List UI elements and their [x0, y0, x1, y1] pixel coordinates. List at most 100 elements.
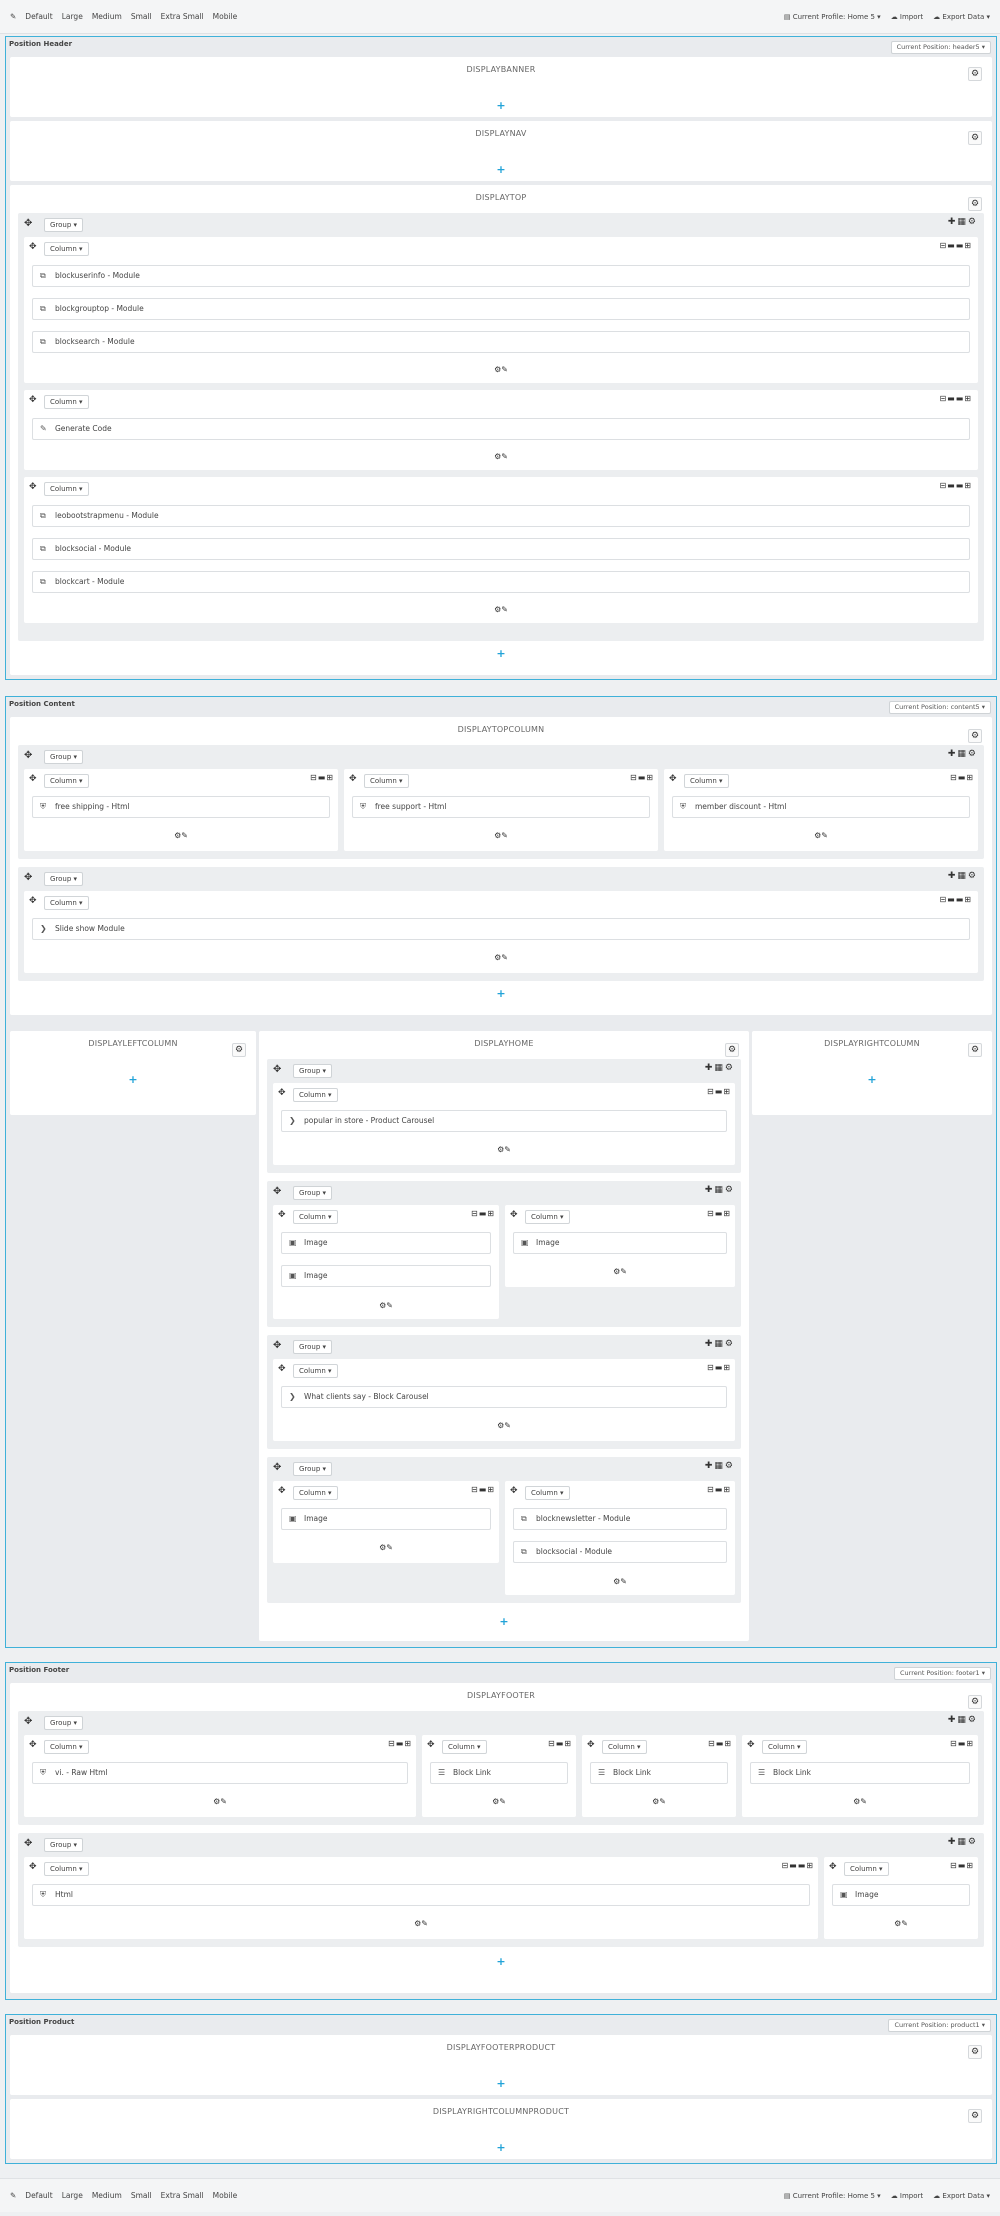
group-tools[interactable]: ✚▦⚙ — [948, 749, 978, 759]
pencil-icon[interactable]: ✎ — [10, 12, 16, 21]
column-dropdown[interactable]: Column ▾ — [442, 1740, 487, 1754]
column-dropdown[interactable]: Column ▾ — [602, 1740, 647, 1754]
device-extra-small[interactable]: Extra Small — [161, 2191, 204, 2200]
column-settings[interactable]: ⚙✎ — [505, 1577, 735, 1586]
column-settings[interactable]: ⚙✎ — [742, 1797, 978, 1806]
profile-dropdown[interactable]: ▤ Current Profile: Home 5 ▾ — [784, 2192, 881, 2200]
group-tools[interactable]: ✚▦⚙ — [705, 1185, 735, 1195]
column-dropdown[interactable]: Column ▾ — [364, 774, 409, 788]
column-dropdown[interactable]: Column ▾ — [525, 1486, 570, 1500]
group-dropdown[interactable]: Group ▾ — [293, 1064, 333, 1078]
column-settings[interactable]: ⚙✎ — [273, 1301, 499, 1310]
import-button[interactable]: ☁ Import — [891, 13, 923, 21]
column-dropdown[interactable]: Column ▾ — [293, 1088, 338, 1102]
widget-module[interactable]: ❯ popular in store - Product Carousel — [281, 1110, 727, 1132]
device-mobile[interactable]: Mobile — [213, 12, 238, 21]
add-group-button[interactable]: + — [10, 647, 992, 660]
device-extra-small[interactable]: Extra Small — [161, 12, 204, 21]
import-button[interactable]: ☁ Import — [891, 2192, 923, 2200]
widget-image[interactable]: ▣ Image — [281, 1232, 491, 1254]
column-settings[interactable]: ⚙✎ — [24, 365, 978, 374]
widget-block-link[interactable]: ☰ Block Link — [750, 1762, 970, 1784]
column-dropdown[interactable]: Column ▾ — [44, 896, 89, 910]
export-button[interactable]: ☁ Export Data ▾ — [933, 2192, 990, 2200]
gear-icon[interactable]: ⚙ — [968, 1695, 982, 1709]
column-width-controls[interactable]: ⊟▬▬⊞ — [939, 481, 972, 490]
column-width-controls[interactable]: ⊟▬⊞ — [950, 1861, 974, 1870]
group-dropdown[interactable]: Group ▾ — [44, 1716, 84, 1730]
gear-icon[interactable]: ⚙ — [968, 131, 982, 145]
column-dropdown[interactable]: Column ▾ — [44, 1862, 89, 1876]
column-settings[interactable]: ⚙✎ — [24, 831, 338, 840]
move-icon[interactable]: ✥ — [29, 774, 37, 784]
column-dropdown[interactable]: Column ▾ — [844, 1862, 889, 1876]
gear-icon[interactable]: ⚙ — [232, 1043, 246, 1057]
column-width-controls[interactable]: ⊟▬⊞ — [950, 1739, 974, 1748]
column-width-controls[interactable]: ⊟▬▬⊞ — [939, 241, 972, 250]
move-icon[interactable]: ✥ — [273, 1340, 281, 1351]
gear-icon[interactable]: ⚙ — [968, 729, 982, 743]
move-icon[interactable]: ✥ — [273, 1186, 281, 1197]
widget-html[interactable]: ⛨ free support - Html — [352, 796, 650, 818]
column-settings[interactable]: ⚙✎ — [24, 605, 978, 614]
device-large[interactable]: Large — [62, 12, 83, 21]
column-width-controls[interactable]: ⊟▬▬⊞ — [781, 1861, 814, 1870]
device-small[interactable]: Small — [131, 2191, 152, 2200]
column-settings[interactable]: ⚙✎ — [582, 1797, 736, 1806]
column-settings[interactable]: ⚙✎ — [273, 1543, 499, 1552]
widget-html[interactable]: ⛨ Html — [32, 1884, 810, 1906]
widget-module[interactable]: ⧉ blockcart - Module — [32, 571, 970, 593]
move-icon[interactable]: ✥ — [510, 1486, 518, 1496]
gear-icon[interactable]: ⚙ — [968, 2109, 982, 2123]
widget-image[interactable]: ▣ Image — [281, 1508, 491, 1530]
column-dropdown[interactable]: Column ▾ — [44, 774, 89, 788]
column-settings[interactable]: ⚙✎ — [422, 1797, 576, 1806]
position-dropdown[interactable]: Current Position: product1 ▾ — [888, 2019, 991, 2032]
move-icon[interactable]: ✥ — [24, 872, 32, 883]
device-default[interactable]: Default — [25, 2191, 52, 2200]
column-dropdown[interactable]: Column ▾ — [525, 1210, 570, 1224]
move-icon[interactable]: ✥ — [29, 896, 37, 906]
move-icon[interactable]: ✥ — [669, 774, 677, 784]
move-icon[interactable]: ✥ — [349, 774, 357, 784]
move-icon[interactable]: ✥ — [278, 1210, 286, 1220]
column-settings[interactable]: ⚙✎ — [24, 452, 978, 461]
add-group-button[interactable]: + — [10, 1073, 256, 1086]
column-settings[interactable]: ⚙✎ — [505, 1267, 735, 1276]
group-dropdown[interactable]: Group ▾ — [293, 1340, 333, 1354]
group-tools[interactable]: ✚▦⚙ — [705, 1063, 735, 1073]
add-group-button[interactable]: + — [752, 1073, 992, 1086]
group-dropdown[interactable]: Group ▾ — [293, 1462, 333, 1476]
move-icon[interactable]: ✥ — [747, 1740, 755, 1750]
device-medium[interactable]: Medium — [92, 2191, 122, 2200]
column-settings[interactable]: ⚙✎ — [24, 953, 978, 962]
column-dropdown[interactable]: Column ▾ — [44, 242, 89, 256]
column-width-controls[interactable]: ⊟▬⊞ — [310, 773, 334, 782]
group-dropdown[interactable]: Group ▾ — [44, 218, 84, 232]
column-width-controls[interactable]: ⊟▬⊞ — [630, 773, 654, 782]
widget-module[interactable]: ⧉ blocksocial - Module — [32, 538, 970, 560]
add-group-button[interactable]: + — [10, 2141, 992, 2154]
widget-module[interactable]: ❯ Slide show Module — [32, 918, 970, 940]
move-icon[interactable]: ✥ — [829, 1862, 837, 1872]
widget-image[interactable]: ▣ Image — [281, 1265, 491, 1287]
widget-module[interactable]: ❯ What clients say - Block Carousel — [281, 1386, 727, 1408]
widget-module[interactable]: ⧉ leobootstrapmenu - Module — [32, 505, 970, 527]
group-dropdown[interactable]: Group ▾ — [293, 1186, 333, 1200]
move-icon[interactable]: ✥ — [29, 1862, 37, 1872]
position-dropdown[interactable]: Current Position: header5 ▾ — [890, 41, 991, 54]
column-width-controls[interactable]: ⊟▬⊞ — [707, 1087, 731, 1096]
add-group-button[interactable]: + — [10, 163, 992, 176]
move-icon[interactable]: ✥ — [24, 1838, 32, 1849]
move-icon[interactable]: ✥ — [24, 750, 32, 761]
column-settings[interactable]: ⚙✎ — [344, 831, 658, 840]
move-icon[interactable]: ✥ — [29, 242, 37, 252]
device-small[interactable]: Small — [131, 12, 152, 21]
widget-html[interactable]: ⛨ member discount - Html — [672, 796, 970, 818]
column-dropdown[interactable]: Column ▾ — [44, 1740, 89, 1754]
move-icon[interactable]: ✥ — [278, 1486, 286, 1496]
column-width-controls[interactable]: ⊟▬⊞ — [950, 773, 974, 782]
move-icon[interactable]: ✥ — [278, 1364, 286, 1374]
column-settings[interactable]: ⚙✎ — [273, 1145, 735, 1154]
profile-dropdown[interactable]: ▤ Current Profile: Home 5 ▾ — [784, 13, 881, 21]
